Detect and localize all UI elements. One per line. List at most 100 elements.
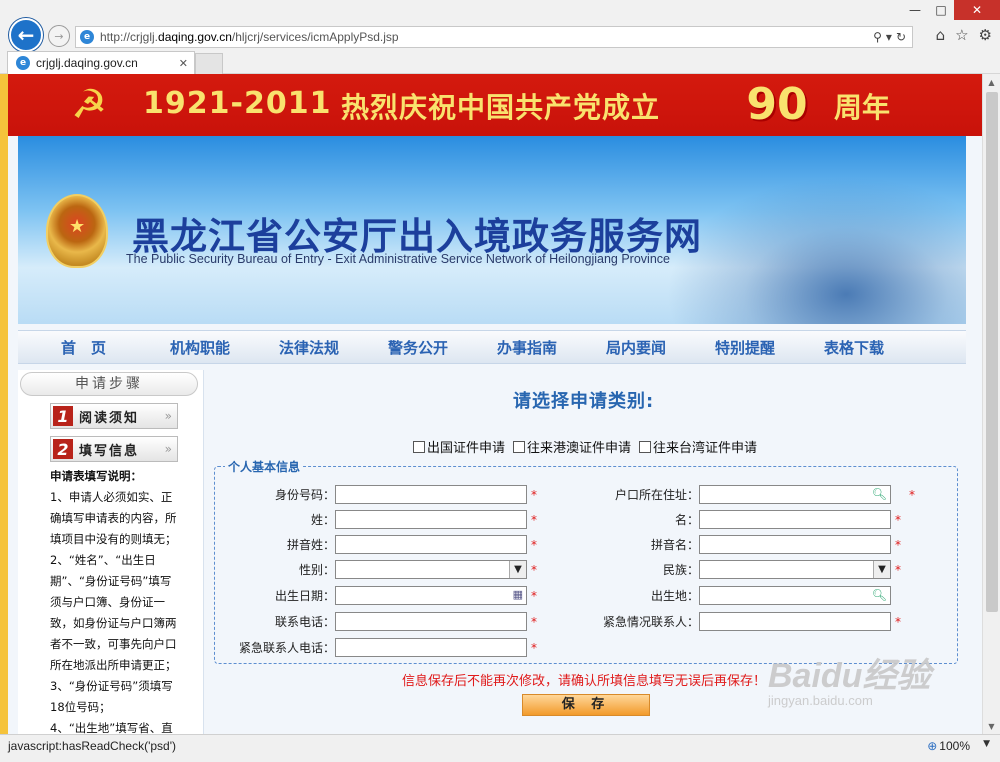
home-icon[interactable]: ⌂ — [936, 26, 946, 44]
banner-slogan-tail: 周年 — [834, 91, 891, 124]
type-option-hk-macao[interactable]: 往来港澳证件申请 — [513, 437, 631, 456]
row-birth-place: 出生地： 🔍︎ — [555, 586, 891, 605]
zoom-level: 100% — [939, 739, 970, 753]
label-pinyin-name: 拼音名： — [650, 538, 699, 552]
label-emergency-contact: 紧急情况联系人： — [602, 615, 699, 629]
settings-gear-icon[interactable]: ⚙ — [979, 26, 992, 44]
tab-close-icon[interactable]: ✕ — [179, 57, 194, 70]
back-button[interactable]: ← — [9, 18, 43, 52]
save-button[interactable]: 保 存 — [522, 694, 650, 716]
refresh-icon[interactable]: ↻ — [896, 30, 906, 44]
note-item: 3、“身份证号码”须填写18位号码； — [50, 679, 173, 714]
star-icon: ★ — [69, 216, 86, 237]
zoom-icon: ⊕ — [927, 739, 938, 753]
pinyin-name-input[interactable] — [699, 535, 891, 554]
label-birth-place: 出生地： — [650, 589, 699, 603]
emergency-phone-input[interactable] — [335, 638, 527, 657]
gender-select[interactable]: ▼ — [335, 560, 527, 579]
note-item: 1、申请人必须如实、正确填写申请表的内容，所填项目中没有的则填无； — [50, 490, 177, 546]
nav-guide[interactable]: 办事指南 — [497, 337, 562, 358]
required-mark: * — [895, 512, 901, 527]
ethnicity-select[interactable]: ▼ — [699, 560, 891, 579]
row-pinyin-surname: 拼音姓： * — [215, 535, 537, 554]
address-tools: ⚲ ▾ ↻ — [873, 30, 912, 44]
label-given-name: 名： — [674, 513, 699, 527]
label-pinyin-surname: 拼音姓： — [286, 538, 335, 552]
checkbox[interactable] — [513, 440, 526, 453]
birth-date-input[interactable]: ▦ — [335, 586, 527, 605]
browser-right-icons: ⌂ ☆ ⚙ — [936, 26, 992, 44]
close-window-icon[interactable]: ✕ — [954, 0, 1000, 20]
browser-toolbar: — □ ✕ ← → e http://crjglj.daqing.gov.cn/… — [0, 0, 1000, 74]
scroll-up-icon[interactable]: ▲ — [983, 74, 1000, 90]
birth-place-input[interactable]: 🔍︎ — [699, 586, 891, 605]
minimize-icon[interactable]: — — [902, 0, 928, 20]
favorites-star-icon[interactable]: ☆ — [955, 26, 968, 44]
row-id-number: 身份号码： * — [215, 485, 537, 504]
address-bar[interactable]: e http://crjglj.daqing.gov.cn/hljcrj/ser… — [75, 26, 913, 48]
label-gender: 性别： — [298, 563, 335, 577]
search-icon[interactable]: ⚲ — [873, 30, 882, 44]
step-number: 1 — [53, 406, 73, 426]
label-id-number: 身份号码： — [274, 488, 335, 502]
browser-tab[interactable]: e crjglj.daqing.gov.cn ✕ — [7, 51, 195, 74]
surname-input[interactable] — [335, 510, 527, 529]
calendar-icon[interactable]: ▦ — [513, 588, 523, 601]
chevron-down-icon[interactable]: ▼ — [509, 561, 526, 578]
url-text[interactable]: http://crjglj.daqing.gov.cn/hljcrj/servi… — [100, 30, 873, 44]
label-hukou: 户口所在住址： — [614, 488, 699, 502]
nav-news[interactable]: 局内要闻 — [606, 337, 671, 358]
emergency-contact-input[interactable] — [699, 612, 891, 631]
zoom-control[interactable]: ⊕ 100% — [927, 739, 970, 753]
vertical-scrollbar[interactable]: ▲ ▼ — [982, 74, 1000, 734]
forward-button[interactable]: → — [48, 25, 70, 47]
given-name-input[interactable] — [699, 510, 891, 529]
row-hukou: 户口所在住址： 🔍︎ * — [555, 485, 915, 504]
id-number-input[interactable] — [335, 485, 527, 504]
nav-downloads[interactable]: 表格下载 — [824, 337, 889, 358]
arrow-right-icon: → — [54, 29, 64, 43]
nav-home[interactable]: 首 页 — [61, 337, 126, 358]
new-tab-button[interactable] — [195, 53, 223, 74]
maximize-icon[interactable]: □ — [928, 0, 954, 20]
arrow-left-icon: ← — [17, 23, 35, 47]
nav-laws[interactable]: 法律法规 — [279, 337, 344, 358]
required-mark: * — [531, 537, 537, 552]
type-option-taiwan[interactable]: 往来台湾证件申请 — [639, 437, 757, 456]
site-header: ★ 黑龙江省公安厅出入境政务服务网 The Public Security Bu… — [18, 136, 966, 324]
step-fill-info-button[interactable]: 2 填写信息 » — [50, 436, 178, 462]
dropdown-icon[interactable]: ▾ — [886, 30, 892, 44]
nav-police-affairs[interactable]: 警务公开 — [388, 337, 453, 358]
row-given-name: 名： * — [555, 510, 901, 529]
required-mark: * — [531, 640, 537, 655]
magnifier-icon[interactable]: 🔍︎ — [872, 588, 887, 602]
hammer-sickle-icon: ☭ — [71, 82, 107, 128]
row-gender: 性别： ▼ * — [215, 560, 537, 579]
magnifier-icon[interactable]: 🔍︎ — [872, 487, 887, 501]
chevron-right-icon: » — [164, 442, 172, 456]
checkbox[interactable] — [639, 440, 652, 453]
fieldset-legend: 个人基本信息 — [225, 458, 304, 475]
checkbox[interactable] — [413, 440, 425, 453]
scroll-down-icon[interactable]: ▼ — [983, 718, 1000, 734]
header-decoration — [666, 176, 966, 324]
chevron-down-icon[interactable]: ▼ — [873, 561, 890, 578]
scroll-thumb[interactable] — [986, 92, 998, 612]
status-link-text: javascript:hasReadCheck('psd') — [8, 739, 176, 753]
zoom-dropdown-icon[interactable]: ▼ — [983, 739, 990, 749]
step-label: 阅读须知 — [79, 410, 140, 426]
step-read-notice-button[interactable]: 1 阅读须知 » — [50, 403, 178, 429]
tab-title: crjglj.daqing.gov.cn — [36, 56, 138, 70]
pinyin-surname-input[interactable] — [335, 535, 527, 554]
nav-functions[interactable]: 机构职能 — [170, 337, 235, 358]
ie-page-icon: e — [80, 30, 94, 44]
row-emergency-phone: 紧急联系人电话： * — [215, 638, 537, 657]
hukou-input[interactable]: 🔍︎ — [699, 485, 891, 504]
browser-window: — □ ✕ ← → e http://crjglj.daqing.gov.cn/… — [0, 0, 1000, 762]
required-mark: * — [531, 487, 537, 502]
note-item: 4、“出生地”填写省、直辖市即可，按户口簿的记 — [50, 721, 173, 734]
type-option-abroad[interactable]: 出国证件申请 — [413, 437, 505, 456]
phone-input[interactable] — [335, 612, 527, 631]
notes-heading: 申请表填写说明： — [50, 469, 142, 483]
nav-reminders[interactable]: 特别提醒 — [715, 337, 780, 358]
